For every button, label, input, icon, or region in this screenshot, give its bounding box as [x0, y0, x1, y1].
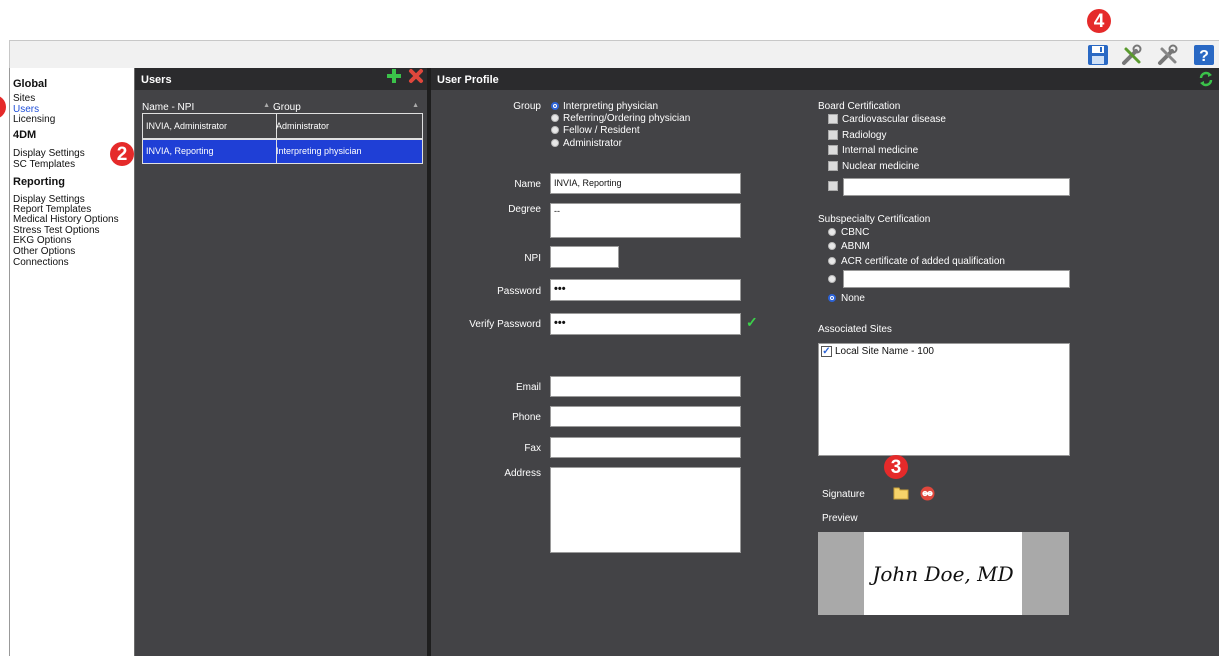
address-label: Address: [504, 468, 541, 479]
npi-label: NPI: [524, 253, 541, 264]
subspecialty-option-abnm: ABNM: [841, 241, 870, 252]
signature-image: John Doe, MD: [864, 532, 1022, 615]
signature-label: Signature: [822, 489, 865, 500]
radio-abnm[interactable]: [828, 242, 836, 250]
password-field[interactable]: •••: [550, 279, 741, 301]
checkbox-other-board[interactable]: [828, 181, 838, 191]
radio-fellow-resident[interactable]: [551, 126, 559, 134]
group-option-administrator: Administrator: [563, 138, 622, 149]
verify-password-field[interactable]: •••: [550, 313, 741, 335]
subspecialty-option-none: None: [841, 293, 865, 304]
associated-sites-title: Associated Sites: [818, 324, 892, 335]
group-option-fellow: Fellow / Resident: [563, 125, 640, 136]
callout-marker-3: 3: [884, 455, 908, 479]
fax-field[interactable]: [550, 437, 741, 458]
svg-text:?: ?: [1199, 48, 1209, 65]
sidebar-item-other-options[interactable]: Other Options: [13, 246, 75, 257]
callout-marker-1: [0, 95, 6, 119]
wrench-screwdriver-icon[interactable]: [1157, 44, 1179, 66]
table-row-selected[interactable]: INVIA, Reporting Interpreting physician: [142, 139, 423, 164]
sidebar-item-licensing[interactable]: Licensing: [13, 114, 55, 125]
sidebar-section-4dm: 4DM: [13, 129, 37, 141]
degree-field[interactable]: --: [550, 203, 741, 238]
password-label: Password: [497, 286, 541, 297]
phone-field[interactable]: [550, 406, 741, 427]
radio-interpreting-physician[interactable]: [551, 102, 559, 110]
board-option-internal-medicine: Internal medicine: [842, 145, 919, 156]
sidebar-item-sites[interactable]: Sites: [13, 93, 35, 104]
radio-referring-physician[interactable]: [551, 114, 559, 122]
associated-sites-list: ✓ Local Site Name - 100: [818, 343, 1070, 456]
subspecialty-option-acr: ACR certificate of added qualification: [841, 256, 1005, 267]
fax-label: Fax: [524, 443, 541, 454]
checkbox-nuclear-medicine[interactable]: [828, 161, 838, 171]
npi-field[interactable]: [550, 246, 619, 268]
sidebar-item-4dm-display-settings[interactable]: Display Settings: [13, 148, 85, 159]
users-panel-header: Users: [135, 68, 427, 90]
other-board-field[interactable]: [843, 178, 1070, 196]
column-header-group[interactable]: Group ▲: [273, 101, 419, 113]
board-certification-title: Board Certification: [818, 101, 901, 112]
radio-cbnc[interactable]: [828, 228, 836, 236]
table-row[interactable]: INVIA, Administrator Administrator: [142, 113, 423, 139]
toolbar: ?: [9, 40, 1219, 68]
refresh-icon[interactable]: [1198, 71, 1214, 87]
user-profile-title: User Profile: [437, 74, 499, 86]
tools-icon[interactable]: [1121, 44, 1143, 66]
user-profile-header: User Profile: [431, 68, 1219, 90]
name-field[interactable]: INVIA, Reporting: [550, 173, 741, 194]
board-option-radiology: Radiology: [842, 130, 887, 141]
sidebar-item-sc-templates[interactable]: SC Templates: [13, 159, 75, 170]
folder-icon[interactable]: [893, 486, 909, 500]
group-option-referring: Referring/Ordering physician: [563, 113, 691, 124]
sidebar-item-ekg-options[interactable]: EKG Options: [13, 235, 71, 246]
name-label: Name: [514, 179, 541, 190]
radio-administrator[interactable]: [551, 139, 559, 147]
sidebar-section-global: Global: [13, 78, 48, 90]
preview-label: Preview: [822, 513, 858, 524]
sidebar-section-reporting: Reporting: [13, 176, 65, 188]
checkbox-radiology[interactable]: [828, 130, 838, 140]
save-icon[interactable]: [1087, 44, 1109, 66]
delete-user-icon[interactable]: [408, 68, 424, 84]
column-header-name-npi[interactable]: Name - NPI ▲: [142, 101, 270, 113]
checkbox-internal-medicine[interactable]: [828, 145, 838, 155]
users-panel: Users Name - NPI ▲ Group ▲ INVIA, Admini…: [135, 68, 427, 656]
radio-acr[interactable]: [828, 257, 836, 265]
users-panel-title: Users: [141, 74, 172, 86]
group-label: Group: [513, 101, 541, 112]
checkbox-cardiovascular[interactable]: [828, 114, 838, 124]
subspecialty-title: Subspecialty Certification: [818, 214, 931, 225]
board-option-cardiovascular: Cardiovascular disease: [842, 114, 946, 125]
sidebar-item-medical-history-options[interactable]: Medical History Options: [13, 214, 119, 225]
radio-other-subspecialty[interactable]: [828, 275, 836, 283]
radio-none[interactable]: [828, 294, 836, 302]
board-option-nuclear-medicine: Nuclear medicine: [842, 161, 920, 172]
signature-text: John Doe, MD: [872, 562, 1014, 586]
sort-asc-icon: ▲: [263, 102, 270, 109]
signature-preview: John Doe, MD: [818, 532, 1069, 615]
email-label: Email: [515, 382, 541, 393]
subspecialty-option-cbnc: CBNC: [841, 227, 870, 238]
degree-label: Degree: [508, 204, 541, 215]
verify-password-label: Verify Password: [469, 319, 541, 330]
phone-label: Phone: [512, 412, 541, 423]
callout-marker-4: 4: [1087, 9, 1111, 33]
email-field[interactable]: [550, 376, 741, 397]
site-checkbox[interactable]: ✓: [821, 346, 832, 357]
sort-icon: ▲: [412, 102, 419, 109]
group-option-interpreting: Interpreting physician: [563, 101, 659, 112]
user-profile-panel: User Profile Group Interpreting physicia…: [431, 68, 1219, 656]
add-user-icon[interactable]: [386, 68, 402, 84]
sidebar-item-connections[interactable]: Connections: [13, 257, 69, 268]
remove-signature-icon[interactable]: [920, 486, 935, 501]
password-match-check-icon: ✓: [746, 314, 758, 330]
address-field[interactable]: [550, 467, 741, 553]
help-icon[interactable]: ?: [1193, 44, 1215, 66]
site-item-label: Local Site Name - 100: [835, 346, 934, 357]
other-subspecialty-field[interactable]: [843, 270, 1070, 288]
callout-marker-2: 2: [110, 142, 134, 166]
